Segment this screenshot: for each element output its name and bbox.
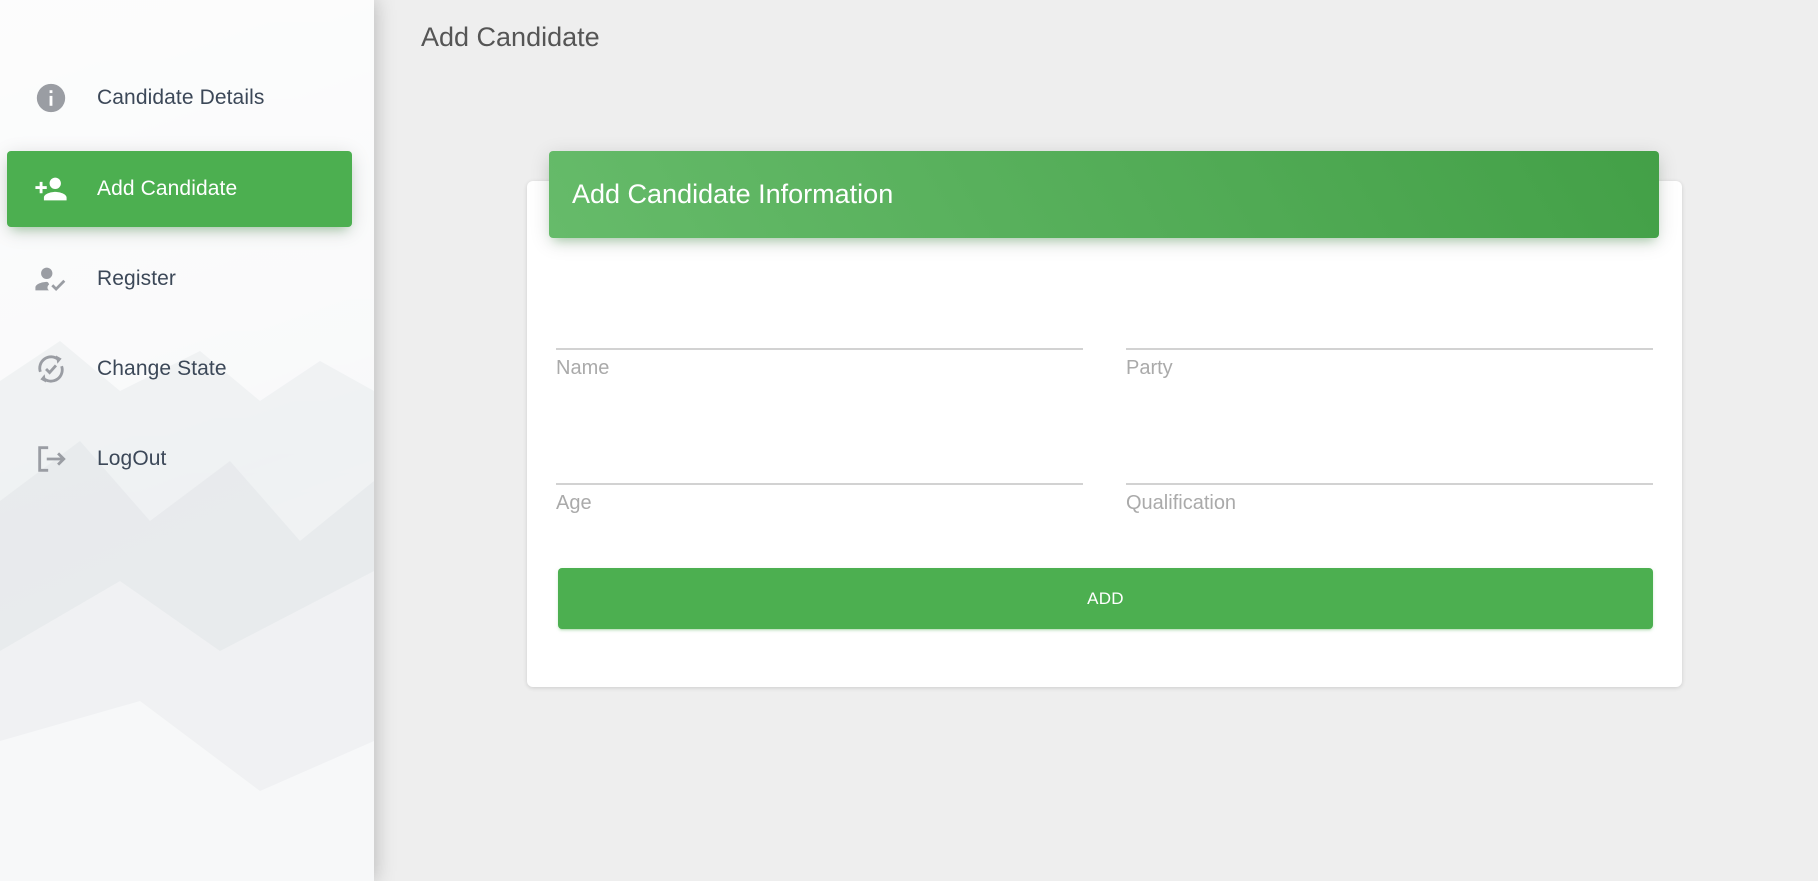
sidebar-item-label: LogOut (97, 447, 167, 470)
age-input[interactable] (556, 443, 1083, 481)
add-button[interactable]: ADD (558, 568, 1653, 629)
qualification-label: Qualification (1126, 492, 1237, 514)
person-add-icon (34, 172, 68, 206)
sidebar: Candidate Details Add Candidate Register… (0, 0, 374, 881)
sidebar-item-label: Candidate Details (97, 86, 265, 109)
qualification-underline (1126, 483, 1653, 485)
card-header: Add Candidate Information (549, 151, 1659, 238)
party-input[interactable] (1126, 308, 1653, 346)
age-underline (556, 483, 1083, 485)
sidebar-item-candidate-details[interactable]: Candidate Details (7, 60, 352, 136)
sidebar-item-add-candidate[interactable]: Add Candidate (7, 151, 352, 227)
page-title: Add Candidate (421, 22, 600, 52)
info-icon (34, 81, 68, 115)
sidebar-item-label: Change State (97, 357, 227, 380)
sidebar-item-label: Add Candidate (97, 177, 238, 200)
logout-icon (34, 442, 68, 476)
name-underline (556, 348, 1083, 350)
party-label: Party (1126, 357, 1173, 379)
sidebar-item-register[interactable]: Register (7, 241, 352, 317)
sidebar-item-label: Register (97, 267, 176, 290)
name-input[interactable] (556, 308, 1083, 346)
sidebar-item-logout[interactable]: LogOut (7, 421, 352, 497)
name-label: Name (556, 357, 610, 379)
qualification-input[interactable] (1126, 443, 1653, 481)
party-underline (1126, 348, 1653, 350)
how-to-reg-icon (34, 262, 68, 296)
sync-check-icon (34, 352, 68, 386)
age-label: Age (556, 492, 592, 514)
card-title: Add Candidate Information (572, 179, 894, 209)
sidebar-item-change-state[interactable]: Change State (7, 331, 352, 407)
